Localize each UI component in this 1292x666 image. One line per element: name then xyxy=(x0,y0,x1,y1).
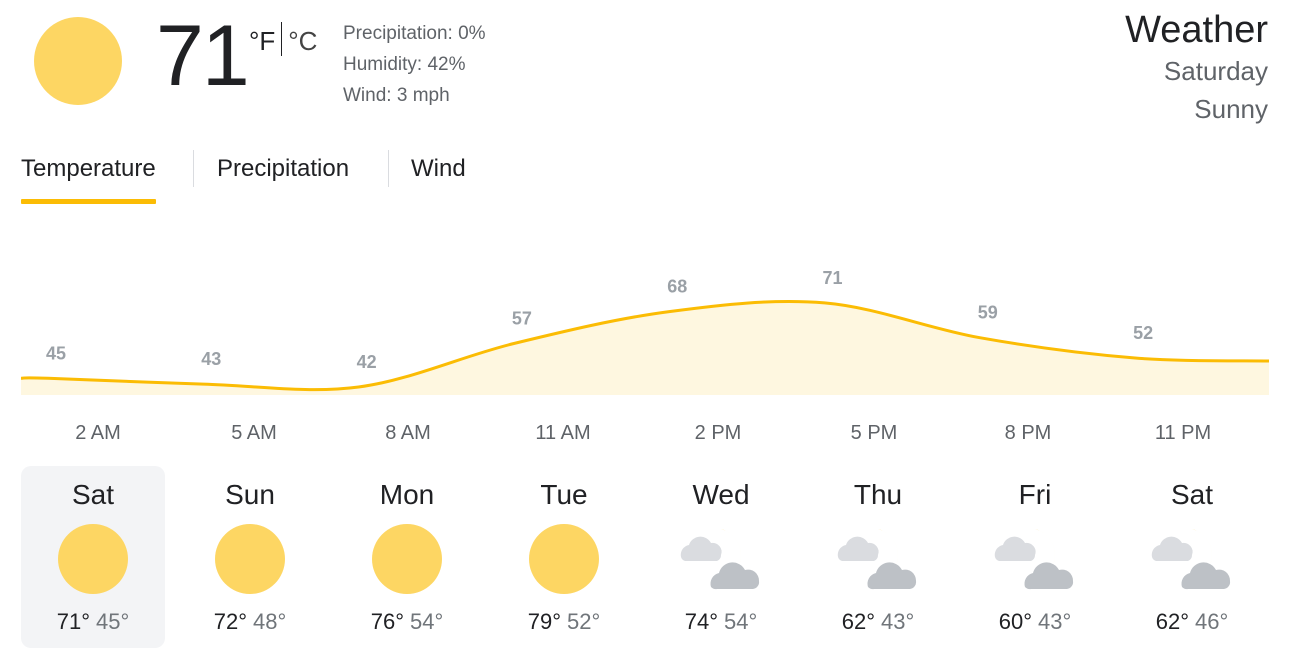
day-name: Wed xyxy=(692,479,750,510)
tab-divider xyxy=(388,150,389,187)
low-temp: 54° xyxy=(410,609,444,634)
hour-label: 5 AM xyxy=(231,422,277,444)
low-temp: 54° xyxy=(724,609,758,634)
day-card-wed[interactable]: Wed 74° 54° xyxy=(649,466,793,648)
partly-cloudy-night-icon xyxy=(994,523,1074,595)
humidity-text: Humidity: 42% xyxy=(343,54,466,75)
weather-header: Weather Saturday Sunny xyxy=(1125,8,1268,128)
tab-temperature[interactable]: Temperature xyxy=(21,148,156,204)
active-tab-indicator xyxy=(21,199,156,204)
temperature-value-label: 68 xyxy=(667,277,687,297)
sun-icon xyxy=(57,523,129,595)
day-name: Thu xyxy=(853,479,903,510)
day-name: Tue xyxy=(540,479,588,510)
precipitation-text: Precipitation: 0% xyxy=(343,23,486,44)
day-temps: 62° 46° xyxy=(1120,607,1264,637)
high-temp: 62° xyxy=(1155,609,1189,634)
wind-text: Wind: 3 mph xyxy=(343,85,450,106)
fahrenheit-unit[interactable]: °F xyxy=(249,26,275,56)
sun-icon xyxy=(371,523,443,595)
high-temp: 76° xyxy=(370,609,404,634)
high-temp: 74° xyxy=(684,609,718,634)
temperature-value-label: 71 xyxy=(823,268,843,288)
high-temp: 71° xyxy=(56,609,90,634)
day-card-sat-next[interactable]: Sat 62° 46° xyxy=(1120,466,1264,648)
hour-label: 11 PM xyxy=(1154,422,1212,444)
low-temp: 45° xyxy=(96,609,130,634)
day-temps: 62° 43° xyxy=(806,607,950,637)
day-card-tue[interactable]: Tue 79° 52° xyxy=(492,466,636,648)
day-name: Sun xyxy=(225,479,275,510)
hour-label: 8 AM xyxy=(385,422,431,444)
temperature-value-label: 57 xyxy=(512,309,532,329)
hour-label: 5 PM xyxy=(850,422,898,444)
low-temp: 43° xyxy=(1038,609,1072,634)
current-condition: Sunny xyxy=(1194,94,1268,124)
day-card-sat[interactable]: Sat 71° 45° xyxy=(21,466,165,648)
low-temp: 52° xyxy=(567,609,601,634)
day-temps: 60° 43° xyxy=(963,607,1107,637)
tab-divider xyxy=(193,150,194,187)
tab-label: Wind xyxy=(411,155,466,182)
partly-cloudy-night-icon xyxy=(1151,523,1231,595)
hour-label: 8 PM xyxy=(1004,422,1052,444)
day-card-thu[interactable]: Thu 62° 43° xyxy=(806,466,950,648)
temperature-chart: 45 43 42 57 68 71 59 52 xyxy=(20,268,1270,395)
high-temp: 60° xyxy=(998,609,1032,634)
tab-wind[interactable]: Wind xyxy=(411,148,466,190)
temperature-value-label: 43 xyxy=(201,349,221,369)
day-temps: 72° 48° xyxy=(178,607,322,637)
day-card-sun[interactable]: Sun 72° 48° xyxy=(178,466,322,648)
tab-label: Temperature xyxy=(21,155,156,182)
day-name: Sat xyxy=(71,479,115,510)
hour-label: 11 AM xyxy=(535,422,591,444)
tab-precipitation[interactable]: Precipitation xyxy=(217,148,349,190)
low-temp: 46° xyxy=(1195,609,1229,634)
sun-icon xyxy=(34,17,122,105)
sun-icon xyxy=(528,523,600,595)
day-card-mon[interactable]: Mon 76° 54° xyxy=(335,466,479,648)
partly-cloudy-night-icon xyxy=(680,523,760,595)
day-name: Sat xyxy=(1170,479,1214,510)
temperature-value-label: 59 xyxy=(978,303,998,323)
tab-label: Precipitation xyxy=(217,155,350,182)
sun-icon xyxy=(214,523,286,595)
day-temps: 79° 52° xyxy=(492,607,636,637)
temperature-value-label: 52 xyxy=(1133,323,1153,343)
high-temp: 72° xyxy=(213,609,247,634)
hour-label: 2 AM xyxy=(75,422,121,444)
day-name: Mon xyxy=(379,479,435,510)
day-temps: 76° 54° xyxy=(335,607,479,637)
low-temp: 48° xyxy=(253,609,287,634)
celsius-unit[interactable]: °C xyxy=(288,26,317,56)
unit-divider xyxy=(281,22,283,56)
low-temp: 43° xyxy=(881,609,915,634)
hour-label: 2 PM xyxy=(694,422,742,444)
day-name: Fri xyxy=(1018,479,1052,510)
unit-switcher: °F °C xyxy=(249,22,317,57)
high-temp: 62° xyxy=(841,609,875,634)
high-temp: 79° xyxy=(527,609,561,634)
day-card-fri[interactable]: Fri 60° 43° xyxy=(963,466,1107,648)
day-temps: 74° 54° xyxy=(649,607,793,637)
temperature-value-label: 42 xyxy=(357,352,377,372)
current-details: Precipitation: 0% Humidity: 42% Wind: 3 … xyxy=(343,18,486,111)
current-day: Saturday xyxy=(1163,56,1268,86)
current-temperature: 71 xyxy=(156,8,250,104)
day-temps: 71° 45° xyxy=(21,607,165,637)
temperature-value-label: 45 xyxy=(46,343,66,363)
weather-title: Weather xyxy=(1125,9,1268,51)
partly-cloudy-night-icon xyxy=(837,523,917,595)
